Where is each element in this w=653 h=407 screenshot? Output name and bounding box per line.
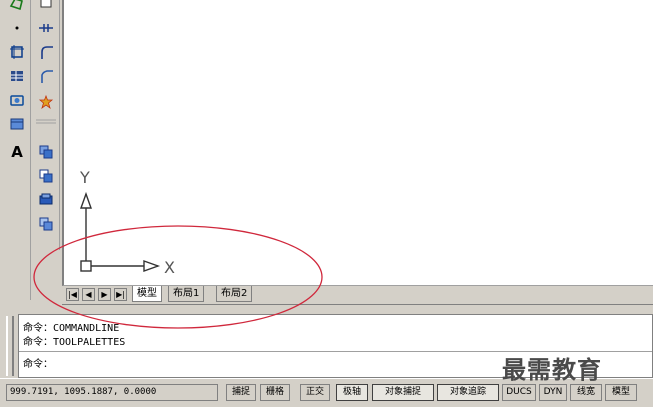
polygon-icon[interactable] bbox=[7, 0, 27, 14]
model-toggle[interactable]: 模型 bbox=[605, 384, 637, 401]
tab-model[interactable]: 模型 bbox=[132, 286, 162, 302]
explode-icon[interactable] bbox=[36, 92, 56, 112]
command-prompt[interactable]: 命令： bbox=[23, 355, 53, 370]
text-icon[interactable]: A bbox=[7, 142, 27, 162]
rectangle-icon[interactable] bbox=[36, 0, 56, 12]
ucs-x-label: X bbox=[164, 258, 175, 277]
command-grip[interactable] bbox=[6, 316, 14, 376]
table-icon[interactable] bbox=[7, 66, 27, 86]
snap-toggle[interactable]: 捕捉 bbox=[226, 384, 256, 401]
ortho-toggle[interactable]: 正交 bbox=[300, 384, 330, 401]
layer-group-icon[interactable] bbox=[36, 214, 56, 234]
drawing-canvas[interactable]: Y X bbox=[62, 0, 653, 286]
otrack-toggle[interactable]: 对象追踪 bbox=[437, 384, 499, 401]
ducs-toggle[interactable]: DUCS bbox=[502, 384, 536, 401]
layer-move-icon[interactable] bbox=[36, 166, 56, 186]
tab-layout2[interactable]: 布局2 bbox=[216, 286, 253, 302]
image-icon[interactable] bbox=[7, 90, 27, 110]
last-tab-button[interactable]: ▶| bbox=[114, 288, 127, 301]
text-tool-label: A bbox=[11, 142, 23, 161]
lineweight-toggle[interactable]: 线宽 bbox=[570, 384, 602, 401]
block-icon[interactable] bbox=[7, 114, 27, 134]
modify-toolbar bbox=[33, 0, 60, 250]
layout-tab-bar: |◀ ◀ ▶ ▶| 模型 布局1 布局2 bbox=[62, 286, 653, 305]
next-tab-button[interactable]: ▶ bbox=[98, 288, 111, 301]
first-tab-button[interactable]: |◀ bbox=[66, 288, 79, 301]
layer-stack-icon[interactable] bbox=[36, 190, 56, 210]
trim-icon[interactable] bbox=[36, 18, 56, 38]
watermark-logo: 最需教育 bbox=[502, 356, 602, 384]
chamfer-icon[interactable] bbox=[36, 66, 56, 86]
dyn-toggle[interactable]: DYN bbox=[539, 384, 567, 401]
prev-tab-button[interactable]: ◀ bbox=[82, 288, 95, 301]
divider bbox=[36, 118, 56, 126]
osnap-toggle[interactable]: 对象捕捉 bbox=[372, 384, 434, 401]
ucs-icon bbox=[80, 191, 161, 272]
fillet-icon[interactable] bbox=[36, 42, 56, 62]
point-icon[interactable] bbox=[7, 18, 27, 38]
draw-toolbar: A bbox=[4, 0, 31, 300]
layer-copy-icon[interactable] bbox=[36, 142, 56, 162]
coordinate-readout: 999.7191, 1095.1887, 0.0000 bbox=[6, 384, 218, 401]
ucs-y-label: Y bbox=[80, 168, 90, 187]
tab-layout1[interactable]: 布局1 bbox=[168, 286, 205, 302]
command-history-line: 命令：COMMANDLINE bbox=[23, 323, 120, 334]
grid-toggle[interactable]: 栅格 bbox=[260, 384, 290, 401]
polar-toggle[interactable]: 极轴 bbox=[336, 384, 368, 401]
command-history-line: 命令：TOOLPALETTES bbox=[23, 337, 126, 348]
region-icon[interactable] bbox=[7, 42, 27, 62]
